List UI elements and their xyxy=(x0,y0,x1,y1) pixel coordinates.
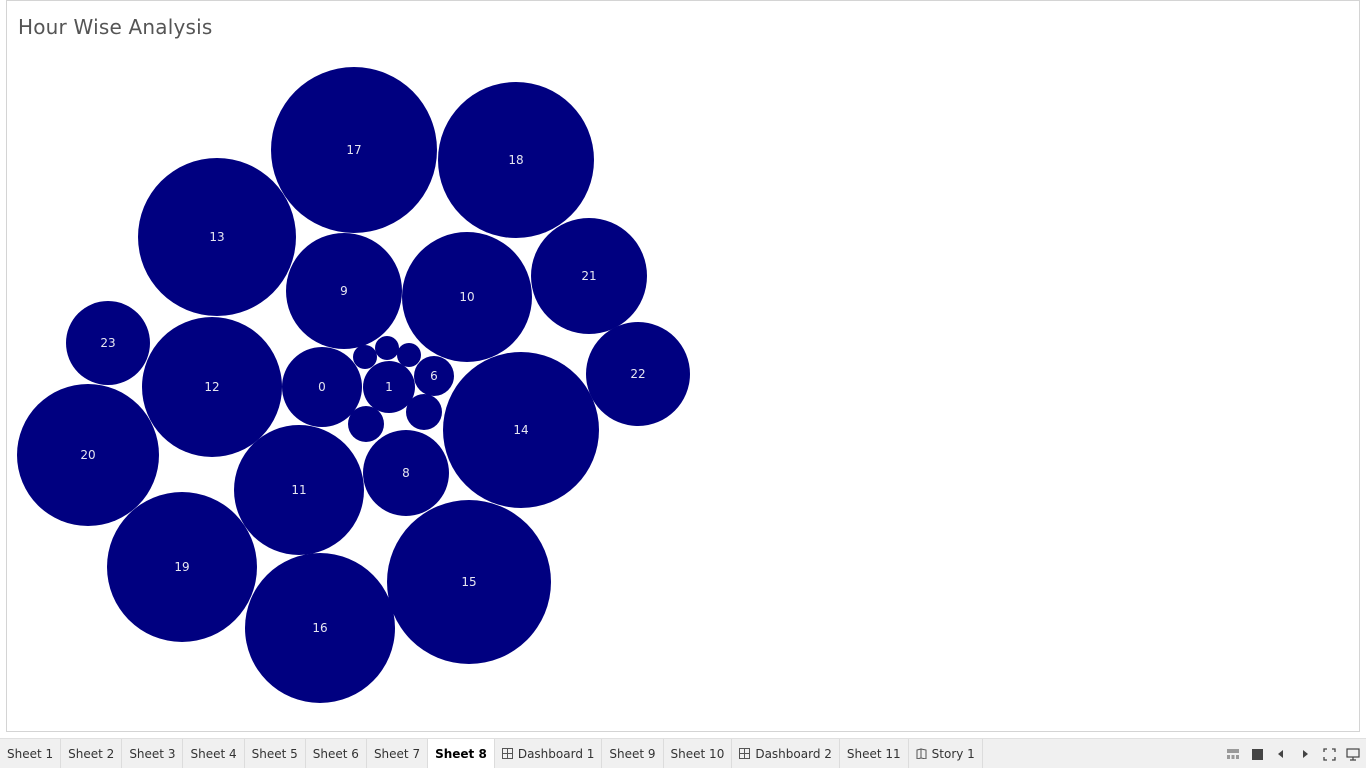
bubble-hour-6[interactable]: 6 xyxy=(414,356,454,396)
bubble-hour-unlabeled-20[interactable] xyxy=(375,336,399,360)
bubble-label: 22 xyxy=(630,367,645,381)
bubble-hour-unlabeled-22[interactable] xyxy=(348,406,384,442)
bubble-hour-9[interactable]: 9 xyxy=(286,233,402,349)
bubble-mark[interactable] xyxy=(375,336,399,360)
bubble-chart: 1718139 10212312 0 16 222014118191516 xyxy=(17,67,690,703)
tab-label: Sheet 1 xyxy=(7,746,54,761)
bubble-label: 0 xyxy=(318,380,326,394)
tab-label: Sheet 2 xyxy=(68,746,115,761)
tab-sheet-7[interactable]: Sheet 7 xyxy=(367,739,429,768)
tab-sheet-4[interactable]: Sheet 4 xyxy=(183,739,245,768)
bubble-hour-23[interactable]: 23 xyxy=(66,301,150,385)
previous-sheet-icon[interactable] xyxy=(1274,747,1288,761)
bubble-hour-21[interactable]: 21 xyxy=(531,218,647,334)
bubble-hour-13[interactable]: 13 xyxy=(138,158,296,316)
bubble-mark[interactable] xyxy=(397,343,421,367)
bubble-hour-0[interactable]: 0 xyxy=(282,347,362,427)
tab-sheet-1[interactable]: Sheet 1 xyxy=(0,739,62,768)
presentation-icon[interactable] xyxy=(1346,747,1360,761)
bubble-label: 21 xyxy=(581,269,596,283)
bubble-hour-17[interactable]: 17 xyxy=(271,67,437,233)
tab-sheet-8[interactable]: Sheet 8 xyxy=(428,739,495,768)
tab-label: Sheet 7 xyxy=(373,746,421,761)
tab-label: Sheet 9 xyxy=(609,746,656,761)
bubble-label: 17 xyxy=(346,143,361,157)
tab-dashboard-1[interactable]: Dashboard 1 xyxy=(495,739,603,768)
bubble-label: 8 xyxy=(402,466,410,480)
bubble-mark[interactable] xyxy=(353,345,377,369)
bubble-hour-unlabeled-21[interactable] xyxy=(397,343,421,367)
bubble-hour-unlabeled-19[interactable] xyxy=(353,345,377,369)
tab-sheet-10[interactable]: Sheet 10 xyxy=(664,739,733,768)
bubble-label: 12 xyxy=(204,380,219,394)
tab-sheet-3[interactable]: Sheet 3 xyxy=(122,739,184,768)
bubble-label: 19 xyxy=(174,560,189,574)
tab-label: Dashboard 2 xyxy=(755,746,832,761)
tab-sheet-2[interactable]: Sheet 2 xyxy=(61,739,123,768)
tab-label: Sheet 3 xyxy=(129,746,176,761)
bubble-hour-16[interactable]: 16 xyxy=(245,553,395,703)
bubble-label: 16 xyxy=(312,621,327,635)
bubble-hour-15[interactable]: 15 xyxy=(387,500,551,664)
tab-label: Sheet 4 xyxy=(190,746,237,761)
dashboard-icon xyxy=(739,748,751,759)
bubble-label: 1 xyxy=(385,380,393,394)
bubble-label: 20 xyxy=(80,448,95,462)
bubble-hour-12[interactable]: 12 xyxy=(142,317,282,457)
filmstrip-icon[interactable] xyxy=(1226,747,1240,761)
dashboard-icon xyxy=(501,748,513,759)
bubble-label: 13 xyxy=(209,230,224,244)
tab-story-1[interactable]: Story 1 xyxy=(909,739,983,768)
tab-sheet-9[interactable]: Sheet 9 xyxy=(602,739,664,768)
bubble-label: 11 xyxy=(291,483,306,497)
tab-label: Sheet 6 xyxy=(312,746,359,761)
bubble-label: 14 xyxy=(513,423,528,437)
next-sheet-icon[interactable] xyxy=(1298,747,1312,761)
bubble-hour-19[interactable]: 19 xyxy=(107,492,257,642)
bubble-hour-22[interactable]: 22 xyxy=(586,322,690,426)
bubble-label: 23 xyxy=(100,336,115,350)
tab-label: Story 1 xyxy=(931,746,975,761)
bubble-hour-8[interactable]: 8 xyxy=(363,430,449,516)
bubble-label: 18 xyxy=(508,153,523,167)
sheet-tab-bar: Sheet 1 Sheet 2 Sheet 3 Sheet 4 Sheet 5 Sheet… xyxy=(0,738,1366,768)
tab-label: Sheet 5 xyxy=(251,746,298,761)
story-icon xyxy=(916,748,927,760)
tab-label: Sheet 10 xyxy=(670,746,725,761)
fullscreen-icon[interactable] xyxy=(1322,747,1336,761)
tab-label: Sheet 8 xyxy=(435,746,487,761)
tab-bar-controls xyxy=(1226,739,1360,769)
tab-label: Sheet 11 xyxy=(846,746,901,761)
bubble-hour-11[interactable]: 11 xyxy=(234,425,364,555)
bubble-hour-unlabeled-23[interactable] xyxy=(406,394,442,430)
bubble-hour-1[interactable]: 1 xyxy=(363,361,415,413)
bubble-hour-14[interactable]: 14 xyxy=(443,352,599,508)
bubble-hour-10[interactable]: 10 xyxy=(402,232,532,362)
tab-sheet-5[interactable]: Sheet 5 xyxy=(245,739,306,768)
bubble-label: 9 xyxy=(340,284,348,298)
bubble-mark[interactable] xyxy=(348,406,384,442)
tab-sheet-11[interactable]: Sheet 11 xyxy=(840,739,909,768)
bubble-label: 6 xyxy=(430,369,438,383)
bubble-hour-18[interactable]: 18 xyxy=(438,82,594,238)
tab-dashboard-2[interactable]: Dashboard 2 xyxy=(732,739,840,768)
bubble-label: 10 xyxy=(459,290,474,304)
bubble-hour-20[interactable]: 20 xyxy=(17,384,159,526)
tab-sheet-6[interactable]: Sheet 6 xyxy=(306,739,367,768)
tab-label: Dashboard 1 xyxy=(517,746,595,761)
bubble-mark[interactable] xyxy=(406,394,442,430)
tabs-icon[interactable] xyxy=(1250,747,1264,761)
bubble-label: 15 xyxy=(461,575,476,589)
